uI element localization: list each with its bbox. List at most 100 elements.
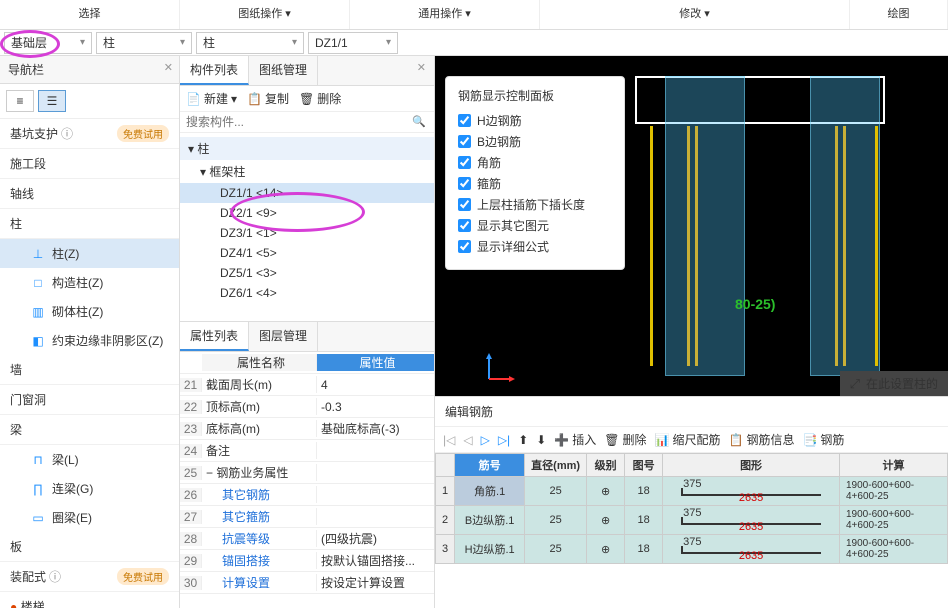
rebar-button[interactable]: 📑 钢筋	[802, 431, 844, 448]
nav-group[interactable]: 板	[0, 532, 179, 562]
model: 80-25)	[635, 76, 895, 376]
3d-view[interactable]: 钢筋显示控制面板 H边钢筋 B边钢筋角筋箍筋上层柱插筋下插长度显示其它图元显示详细…	[435, 56, 948, 396]
nav-group[interactable]: 柱	[0, 209, 179, 239]
prop-row[interactable]: 25− 钢筋业务属性	[180, 462, 434, 484]
ribbon-draw[interactable]: 绘图	[850, 0, 948, 29]
ribbon-drawing[interactable]: 图纸操作 ▾	[180, 0, 350, 29]
nav-group[interactable]: 施工段	[0, 149, 179, 179]
new-button[interactable]: 📄 新建 ▾	[186, 90, 237, 107]
panel-option[interactable]: 显示详细公式	[458, 238, 612, 255]
component-tree: ▾ 柱▾ 框架柱DZ1/1 <14>DZ2/1 <9>DZ3/1 <1>DZ4/…	[180, 133, 434, 321]
nav-sub[interactable]: □构造柱(Z)	[0, 268, 179, 297]
panel-option[interactable]: 上层柱插筋下插长度	[458, 196, 612, 213]
tree-node[interactable]: ▾ 框架柱	[180, 160, 434, 183]
member-icon: ▥	[30, 304, 46, 320]
ribbon: 选择 图纸操作 ▾ 通用操作 ▾ 修改 ▾ 绘图	[0, 0, 948, 30]
table-row[interactable]: 1角筋.125⊕1837526351900-600+600-4+600-25	[436, 477, 948, 506]
edit-title: 编辑钢筋	[435, 397, 948, 427]
nav-title: 导航栏✕	[0, 56, 179, 84]
nav-sub[interactable]: ⊓梁(L)	[0, 445, 179, 474]
nav-pane: 导航栏✕ ≡ ☰ 基坑支护ⓘ免费试用施工段轴线柱⊥柱(Z)□构造柱(Z)▥砌体柱…	[0, 56, 180, 608]
rebar-table: 筋号 直径(mm) 级别 图号 图形 计算 1角筋.125⊕1837526351…	[435, 453, 948, 564]
ribbon-general[interactable]: 通用操作 ▾	[350, 0, 540, 29]
nav-sub[interactable]: ▭圈梁(E)	[0, 503, 179, 532]
tree-node[interactable]: DZ2/1 <9>	[180, 203, 434, 223]
search-input[interactable]	[180, 112, 434, 133]
scale-button[interactable]: 📊 缩尺配筋	[655, 431, 721, 448]
view-icon-2[interactable]: ☰	[38, 90, 66, 112]
nav-sub[interactable]: ▥砌体柱(Z)	[0, 297, 179, 326]
nav-group[interactable]: ● 楼梯	[0, 592, 179, 608]
info-button[interactable]: 📋 钢筋信息	[729, 431, 795, 448]
tree-node[interactable]: DZ1/1 <14>	[180, 183, 434, 203]
prop-row[interactable]: 21截面周长(m)4	[180, 374, 434, 396]
prop-row[interactable]: 24备注	[180, 440, 434, 462]
prop-row[interactable]: 28抗震等级(四级抗震)	[180, 528, 434, 550]
panel-title: 钢筋显示控制面板	[458, 87, 612, 104]
prop-row[interactable]: 29锚固搭接按默认锚固搭接...	[180, 550, 434, 572]
panel-option[interactable]: 箍筋	[458, 175, 612, 192]
nav-play-icon[interactable]: ▷	[481, 433, 490, 447]
table-row[interactable]: 2B边纵筋.125⊕1837526351900-600+600-4+600-25	[436, 506, 948, 535]
prop-row[interactable]: 22顶标高(m)-0.3	[180, 396, 434, 418]
member-icon: ⊓	[30, 452, 46, 468]
nav-first-icon[interactable]: |◁	[443, 433, 455, 447]
axis-gizmo[interactable]	[479, 349, 519, 392]
tree-node[interactable]: DZ6/1 <4>	[180, 283, 434, 303]
nav-group[interactable]: 轴线	[0, 179, 179, 209]
member-icon: ◧	[30, 333, 46, 349]
delete-button[interactable]: 🗑 删除	[299, 90, 341, 107]
nav-prev-icon[interactable]: ◁	[463, 433, 472, 447]
tab-props[interactable]: 属性列表	[180, 322, 249, 351]
tree-node[interactable]: DZ5/1 <3>	[180, 263, 434, 283]
dd-member[interactable]: DZ1/1	[308, 32, 398, 54]
import-icon[interactable]: ⬆	[518, 433, 528, 447]
member-icon: ⊥	[30, 246, 46, 262]
tree-node[interactable]: DZ3/1 <1>	[180, 223, 434, 243]
tree-node[interactable]: DZ4/1 <5>	[180, 243, 434, 263]
right-pane: 钢筋显示控制面板 H边钢筋 B边钢筋角筋箍筋上层柱插筋下插长度显示其它图元显示详细…	[435, 56, 948, 608]
member-icon: □	[30, 275, 46, 291]
nav-group[interactable]: 门窗洞	[0, 385, 179, 415]
ribbon-select[interactable]: 选择	[0, 0, 180, 29]
dd-floor[interactable]: 基础层	[4, 32, 92, 54]
insert-button[interactable]: ➕ 插入	[554, 431, 596, 448]
edit-rebar: 编辑钢筋 |◁ ◁ ▷ ▷| ⬆ ⬇ ➕ 插入 🗑 删除 📊 缩尺配筋 📋 钢筋…	[435, 396, 948, 608]
dd-cat1[interactable]: 柱	[96, 32, 192, 54]
panel-option[interactable]: 角筋	[458, 154, 612, 171]
dd-cat2[interactable]: 柱	[196, 32, 304, 54]
view-icon-1[interactable]: ≡	[6, 90, 34, 112]
tab-drawings[interactable]: 图纸管理	[249, 56, 318, 85]
prop-row[interactable]: 26其它钢筋	[180, 484, 434, 506]
nav-group[interactable]: 装配式ⓘ免费试用	[0, 562, 179, 592]
nav-last-icon[interactable]: ▷|	[498, 433, 510, 447]
property-grid: 属性名称属性值 21截面周长(m)422顶标高(m)-0.323底标高(m)基础…	[180, 352, 434, 608]
dropdown-row: 基础层 柱 柱 DZ1/1	[0, 30, 948, 56]
close-icon[interactable]: ✕	[164, 61, 173, 74]
nav-sub[interactable]: ∏连梁(G)	[0, 474, 179, 503]
delete-button[interactable]: 🗑 删除	[604, 431, 646, 448]
nav-group[interactable]: 梁	[0, 415, 179, 445]
member-icon: ∏	[30, 481, 46, 497]
close-icon[interactable]: ✕	[409, 56, 434, 85]
ribbon-modify[interactable]: 修改 ▾	[540, 0, 850, 29]
table-row[interactable]: 3H边纵筋.125⊕1837526351900-600+600-4+600-25	[436, 535, 948, 564]
prop-row[interactable]: 23底标高(m)基础底标高(-3)	[180, 418, 434, 440]
nav-group[interactable]: 基坑支护ⓘ免费试用	[0, 119, 179, 149]
nav-group[interactable]: 墙	[0, 355, 179, 385]
copy-button[interactable]: 📋 复制	[247, 90, 289, 107]
rebar-panel: 钢筋显示控制面板 H边钢筋 B边钢筋角筋箍筋上层柱插筋下插长度显示其它图元显示详细…	[445, 76, 625, 270]
member-icon: ▭	[30, 510, 46, 526]
panel-option[interactable]: H边钢筋	[458, 112, 612, 129]
tab-layers[interactable]: 图层管理	[249, 322, 318, 351]
tree-node[interactable]: ▾ 柱	[180, 137, 434, 160]
tab-components[interactable]: 构件列表	[180, 56, 249, 85]
export-icon[interactable]: ⬇	[536, 433, 546, 447]
prop-row[interactable]: 30计算设置按设定计算设置	[180, 572, 434, 594]
nav-sub[interactable]: ◧约束边缘非阴影区(Z)	[0, 326, 179, 355]
nav-sub[interactable]: ⊥柱(Z)	[0, 239, 179, 268]
prop-row[interactable]: 27其它箍筋	[180, 506, 434, 528]
panel-option[interactable]: 显示其它图元	[458, 217, 612, 234]
mid-pane: 构件列表 图纸管理 ✕ 📄 新建 ▾ 📋 复制 🗑 删除 ▾ 柱▾ 框架柱DZ1…	[180, 56, 435, 608]
panel-option[interactable]: B边钢筋	[458, 133, 612, 150]
